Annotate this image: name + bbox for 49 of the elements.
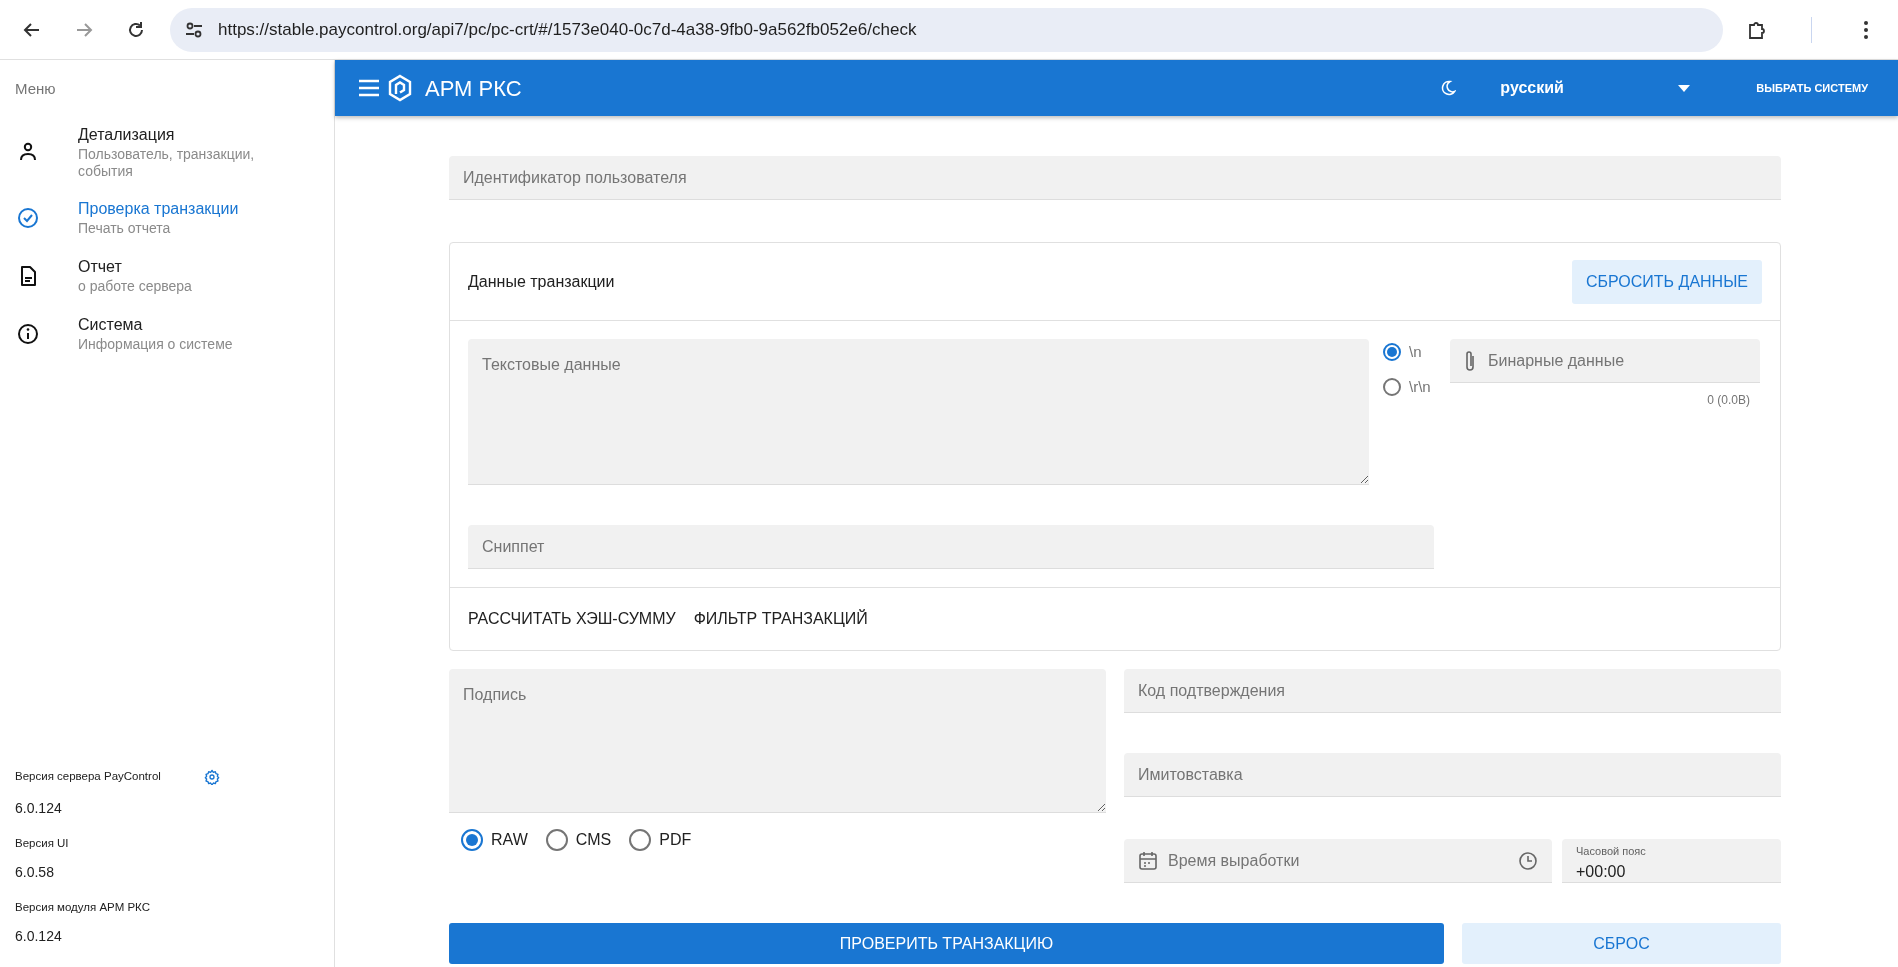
sidebar-item[interactable]: Проверка транзакции Печать отчета (0, 188, 334, 247)
more-vertical-icon (1863, 19, 1869, 40)
info-icon (16, 321, 40, 346)
signature-field[interactable]: Подпись (449, 669, 1106, 813)
clock-icon (1518, 850, 1538, 871)
verify-transaction-button[interactable]: ПРОВЕРИТЬ ТРАНЗАКЦИЮ (449, 923, 1444, 964)
confirmation-code-field[interactable]: Код подтверждения (1124, 669, 1781, 713)
caret-down-icon (1678, 84, 1691, 92)
version-value: 6.0.124 (15, 798, 63, 818)
line-ending-radio[interactable]: \n (1383, 341, 1438, 364)
timezone-field[interactable]: Часовой пояс +00:00 (1562, 839, 1781, 883)
format-radio[interactable]: CMS (545, 828, 612, 852)
sidebar-item[interactable]: Отчет о работе сервера (0, 246, 334, 305)
version-value: 6.0.58 (15, 862, 55, 882)
user-id-field[interactable]: Идентификатор пользователя (449, 156, 1781, 200)
reset-data-button[interactable]: СБРОСИТЬ ДАННЫЕ (1571, 259, 1762, 304)
reset-button[interactable]: СБРОС (1462, 923, 1781, 964)
app-title: АРМ РКС (425, 74, 522, 103)
url-text: https://stable.paycontrol.org/api7/pc/pc-crt/#/1573e040-0c7d-4a38-9fb0-9a562fb052e6/check (218, 16, 1709, 43)
address-bar[interactable]: https://stable.paycontrol.org/api7/pc/pc-crt/#/1573e040-0c7d-4a38-9fb0-9a562fb052e6/check (170, 7, 1723, 52)
moon-icon (1440, 80, 1457, 96)
sidebar-item[interactable]: Система Информация о системе (0, 304, 334, 363)
calendar-icon (1138, 850, 1158, 871)
paperclip-icon (1464, 349, 1476, 372)
generation-time-field[interactable]: Время выработки (1124, 839, 1552, 883)
format-radio[interactable]: RAW (461, 828, 528, 852)
text-action-button[interactable]: ФИЛЬТР ТРАНЗАКЦИЙ (693, 601, 868, 637)
language-dropdown[interactable]: русский (1500, 76, 1701, 100)
text-data-field[interactable]: Текстовые данные (468, 339, 1369, 485)
binary-data-field[interactable]: Бинарные данные (1450, 339, 1760, 383)
file-size-text: 0 (0.0B) (1706, 392, 1751, 409)
menu-icon (358, 79, 380, 97)
card-title: Данные транзакции (468, 271, 615, 292)
version-value: 6.0.124 (15, 927, 63, 946)
settings-icon (204, 768, 220, 785)
text-action-button[interactable]: РАССЧИТАТЬ ХЭШ-СУММУ (468, 601, 676, 637)
snippet-field[interactable]: Сниппет (468, 525, 1434, 569)
logo-icon (387, 74, 413, 102)
format-radio[interactable]: PDF (629, 828, 692, 852)
sidebar-item[interactable]: Детализация Пользователь, транзакции, события (0, 114, 334, 189)
check-circle-icon (16, 205, 40, 230)
version-label: Версия сервера PayControl (15, 768, 162, 784)
version-label: Версия модуля АРМ РКС (15, 899, 151, 915)
version-label: Версия UI (15, 835, 70, 851)
mac-field[interactable]: Имитовставка (1124, 753, 1781, 797)
menu-title: Меню (14, 79, 57, 99)
select-system-button[interactable]: ВЫБРАТЬ СИСТЕМУ (1742, 73, 1882, 103)
reload-icon (126, 19, 146, 40)
line-ending-radio[interactable]: \r\n (1383, 375, 1438, 398)
